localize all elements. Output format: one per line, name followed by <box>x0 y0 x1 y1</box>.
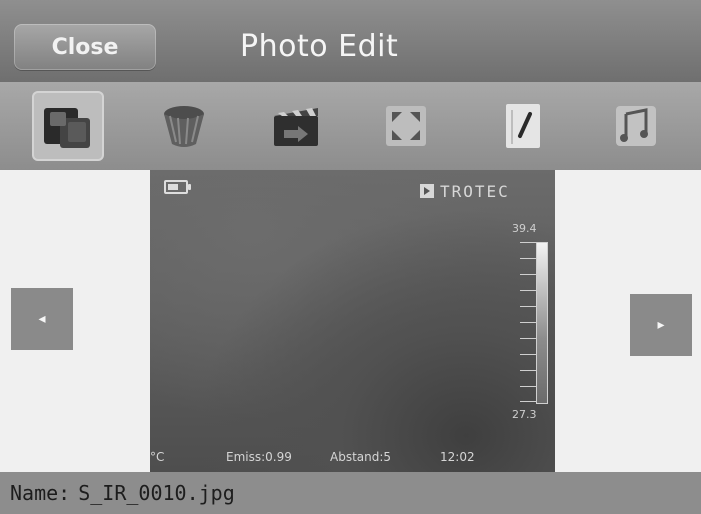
close-button[interactable]: Close <box>14 24 156 70</box>
title-bar: Close Photo Edit <box>0 0 701 82</box>
brand-mark-icon <box>420 184 434 198</box>
image-readout: °C Emiss:0.99 Abstand:5 12:02 <box>150 450 555 466</box>
trash-bin-icon <box>154 98 214 154</box>
music-note-icon <box>606 98 666 154</box>
tool-annotate[interactable] <box>486 91 558 161</box>
photo-gallery-icon <box>38 98 98 154</box>
fullscreen-icon <box>376 98 436 154</box>
chevron-right-icon: ▸ <box>657 317 665 333</box>
toolbar <box>0 82 701 170</box>
brand-text: TROTEC <box>440 181 510 201</box>
temperature-scale-bar <box>536 242 548 404</box>
emissivity-label: Emiss:0.99 <box>226 450 292 464</box>
file-name-bar: Name: S_IR_0010.jpg <box>0 472 701 514</box>
tool-audio[interactable] <box>600 91 672 161</box>
tool-fullscreen[interactable] <box>370 91 442 161</box>
pen-icon <box>492 98 552 154</box>
scale-min-value: 27.3 <box>512 408 537 421</box>
tool-slideshow[interactable] <box>260 91 332 161</box>
time-label: 12:02 <box>440 450 475 464</box>
scale-max-value: 39.4 <box>512 222 537 235</box>
clapperboard-icon <box>266 98 326 154</box>
file-name-label: Name: <box>10 481 71 505</box>
tool-delete[interactable] <box>148 91 220 161</box>
next-button[interactable]: ▸ <box>630 294 692 356</box>
file-name-value: S_IR_0010.jpg <box>78 481 235 505</box>
tool-gallery[interactable] <box>32 91 104 161</box>
page-title: Photo Edit <box>240 28 399 64</box>
viewer-area: ◂ ▸ TROTEC 39.4 27.3 °C Emiss:0.99 Absta… <box>0 170 701 472</box>
unit-label: °C <box>150 450 165 464</box>
thermal-image[interactable]: TROTEC 39.4 27.3 °C Emiss:0.99 Abstand:5… <box>150 170 555 472</box>
distance-label: Abstand:5 <box>330 450 392 464</box>
battery-icon <box>164 180 191 194</box>
temperature-scale-ticks <box>520 242 536 402</box>
chevron-left-icon: ◂ <box>38 311 46 327</box>
previous-button[interactable]: ◂ <box>11 288 73 350</box>
brand-logo: TROTEC <box>420 181 510 201</box>
